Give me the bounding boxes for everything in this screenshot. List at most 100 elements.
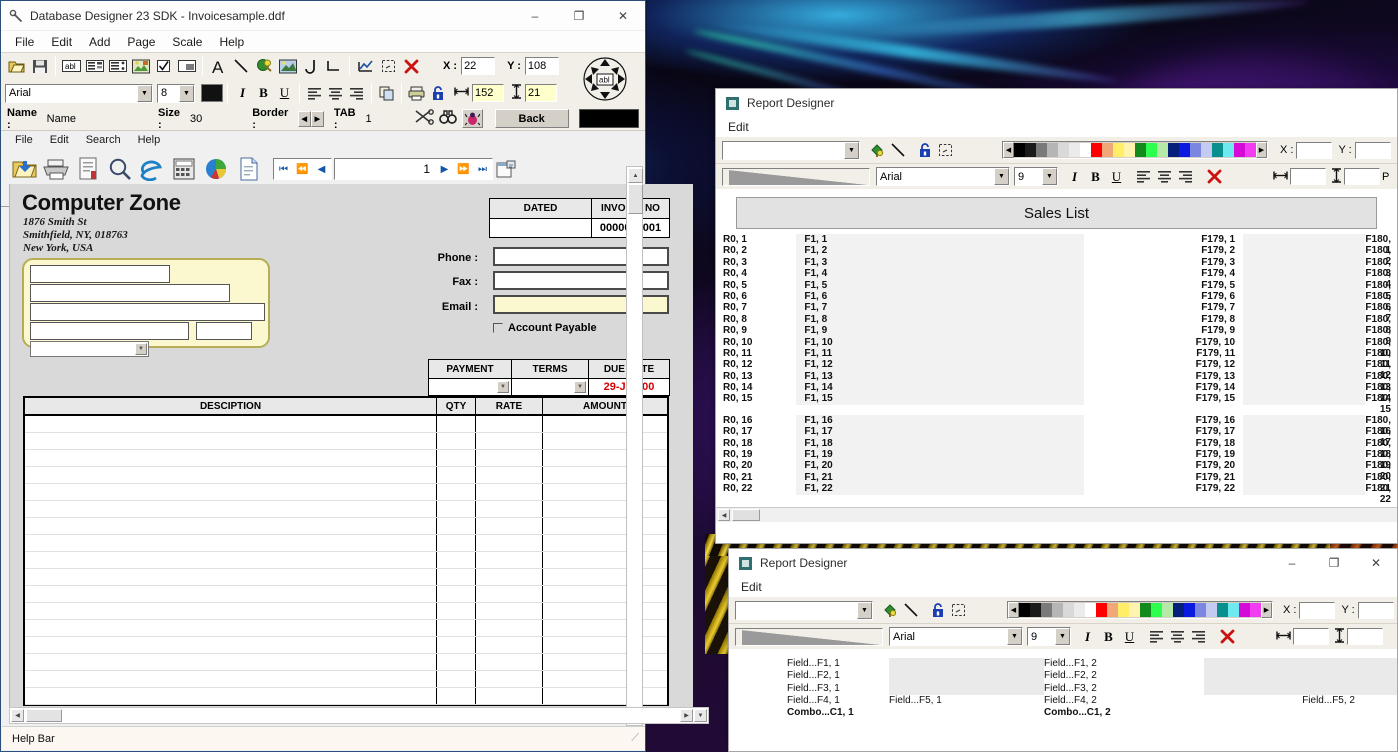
line-item-row[interactable] — [25, 450, 667, 467]
customer-combo[interactable]: ▼ — [30, 341, 149, 357]
line-item-desciption[interactable] — [25, 416, 437, 432]
report-cell-f1[interactable]: F1, 11 — [796, 347, 1085, 360]
folder-open-yellow-icon[interactable] — [9, 154, 39, 184]
palette-swatch[interactable] — [1091, 143, 1102, 157]
palette-swatch[interactable] — [1085, 603, 1096, 617]
palette-swatch[interactable] — [1025, 143, 1036, 157]
report-cell-f180[interactable]: F180, 11 — [1365, 348, 1397, 370]
line-item-amount[interactable] — [543, 484, 667, 500]
report-cell-f179[interactable]: F179, 15 — [1084, 393, 1243, 404]
line-item-desciption[interactable] — [25, 501, 437, 517]
report-cell-f1[interactable]: F1, 8 — [796, 313, 1085, 326]
palette-swatch[interactable] — [1146, 143, 1157, 157]
close-button[interactable]: ✕ — [601, 1, 645, 31]
rd1-titlebar[interactable]: Report Designer — [716, 89, 1397, 117]
report-cell-r0[interactable]: R0, 19 — [716, 449, 796, 460]
rd2-cell-col1[interactable]: Field...F4, 1 — [729, 695, 889, 707]
palette-swatch[interactable] — [1118, 603, 1129, 617]
line-item-amount[interactable] — [543, 569, 667, 585]
report-cell-f1[interactable]: F1, 19 — [796, 449, 1085, 461]
line-item-row[interactable] — [25, 586, 667, 603]
report-cell-f180[interactable]: F180, 15 — [1365, 393, 1397, 415]
customer-field-5[interactable] — [196, 322, 252, 340]
nav-prev-group[interactable]: ⏮ ⏪ ◀ — [273, 158, 332, 180]
palette-swatch[interactable] — [1080, 143, 1091, 157]
report-row[interactable]: R0, 13 F1, 13 F179, 13 F180, 13 — [716, 370, 1397, 393]
report-cell-f1[interactable]: F1, 22 — [796, 483, 1085, 495]
win1-property-bar[interactable]: Name : Name Size : 30 Border : ◀ ▶ TAB :… — [1, 107, 645, 131]
report-cell-f180[interactable]: F180, 17 — [1365, 426, 1397, 448]
rd1-menu-edit[interactable]: Edit — [728, 120, 749, 134]
line-item-row[interactable] — [25, 467, 667, 484]
line-item-desciption[interactable] — [25, 535, 437, 551]
rd2-x-input[interactable] — [1299, 601, 1336, 619]
rd2-cell-col3[interactable]: Field...F1, 2 — [1044, 658, 1204, 670]
bug-icon[interactable] — [461, 109, 483, 128]
report-cell-f1[interactable]: F1, 12 — [796, 359, 1085, 371]
internet-explorer-icon[interactable] — [137, 154, 167, 184]
rd1-toolbar-top[interactable]: ▼ ◀ ▶ X : Y : — [716, 137, 1397, 163]
line-item-amount[interactable] — [543, 688, 667, 704]
resize-grip-icon[interactable]: ⟋ — [631, 732, 639, 745]
report-cell-r0[interactable]: R0, 11 — [716, 348, 796, 359]
page-number-group[interactable]: 1 ▶ ⏩ ⏭ — [334, 158, 493, 180]
line-item-rate[interactable] — [476, 569, 543, 585]
database-designer-window[interactable]: Database Designer 23 SDK - Invoicesample… — [0, 0, 709, 752]
line-item-row[interactable] — [25, 637, 667, 654]
rd1-font-size-combo[interactable]: 9 ▼ — [1014, 167, 1058, 186]
line-item-rate[interactable] — [476, 484, 543, 500]
report-row[interactable]: R0, 1 F1, 1 F179, 1 F180, 1 — [716, 234, 1397, 256]
palette-swatch[interactable] — [1179, 143, 1190, 157]
report-cell-f180[interactable]: F180, 7 — [1365, 302, 1397, 324]
line-item-desciption[interactable] — [25, 552, 437, 568]
report-cell-f179[interactable]: F179, 6 — [1084, 291, 1243, 302]
nav-next-page-button[interactable]: ⏩ — [454, 159, 473, 179]
nav-first-button[interactable]: ⏮ — [274, 159, 293, 179]
palette-swatch[interactable] — [1036, 143, 1047, 157]
report-row[interactable]: R0, 4 F1, 4 F179, 4 F180, 4 — [716, 268, 1397, 290]
invoice-form-canvas[interactable]: Computer Zone 1876 Smith St Smithfield, … — [9, 184, 693, 712]
line-item-amount[interactable] — [543, 654, 667, 670]
palette-next-button[interactable]: ▶ — [1261, 602, 1272, 618]
palette-swatch[interactable] — [1250, 603, 1261, 617]
report-cell-r0[interactable]: R0, 15 — [716, 393, 796, 404]
palette-swatch[interactable] — [1096, 603, 1107, 617]
palette-swatch[interactable] — [1217, 603, 1228, 617]
report-cell-f179[interactable]: F179, 14 — [1084, 382, 1243, 393]
palette-swatch[interactable] — [1135, 143, 1146, 157]
rd2-gradient-slider[interactable] — [735, 627, 883, 646]
rd1-italic-button[interactable]: I — [1064, 166, 1085, 187]
rd2-field-row[interactable]: Field...F4, 1 Field...F5, 1 Field...F4, 2F… — [729, 695, 1397, 707]
rd2-minimize-button[interactable]: – — [1271, 550, 1313, 576]
line-item-desciption[interactable] — [25, 433, 437, 449]
delete-red-x-icon[interactable] — [1204, 166, 1225, 187]
line-item-desciption[interactable] — [25, 484, 437, 500]
line-item-row[interactable] — [25, 552, 667, 569]
canvas-horizontal-scrollbar[interactable]: ◀ ▶ ▼ — [9, 707, 709, 724]
palette-swatch[interactable] — [1157, 143, 1168, 157]
tab-value[interactable]: 1 — [366, 113, 372, 125]
line-item-qty[interactable] — [437, 552, 476, 568]
print-icon[interactable] — [406, 82, 427, 104]
nav-prev-page-button[interactable]: ⏪ — [293, 159, 312, 179]
report-cell-f1[interactable]: F1, 13 — [796, 370, 1085, 383]
rd2-cell-col3[interactable]: Field...F3, 2 — [1044, 683, 1204, 695]
chevron-down-icon[interactable]: ▼ — [994, 168, 1009, 185]
win1-toolbar-objects[interactable]: abl A X : 22 Y: 108 abl — [1, 52, 645, 101]
rd2-field-rows[interactable]: Field...F1, 1 Field...F1, 2 Field...F2, 1F… — [729, 658, 1397, 719]
menu-file[interactable]: File — [15, 35, 34, 49]
palette-swatch[interactable] — [1107, 603, 1118, 617]
palette-swatch[interactable] — [1206, 603, 1217, 617]
line-item-amount[interactable] — [543, 433, 667, 449]
rd1-underline-button[interactable]: U — [1106, 166, 1127, 187]
report-cell-f1[interactable]: F1, 7 — [796, 302, 1085, 314]
report-cell-f180[interactable]: F180, 1 — [1365, 234, 1397, 256]
lock-open-icon[interactable] — [927, 599, 948, 621]
delete-red-x-icon[interactable] — [1217, 626, 1238, 647]
magnifier-icon[interactable] — [105, 154, 135, 184]
palette-swatch[interactable] — [1173, 603, 1184, 617]
rd2-height-input[interactable] — [1347, 628, 1383, 645]
report-cell-f179[interactable]: F179, 3 — [1084, 257, 1243, 268]
report-row[interactable]: R0, 17 F1, 17 F179, 17 F180, 17 — [716, 426, 1397, 448]
palette-swatch[interactable] — [1184, 603, 1195, 617]
